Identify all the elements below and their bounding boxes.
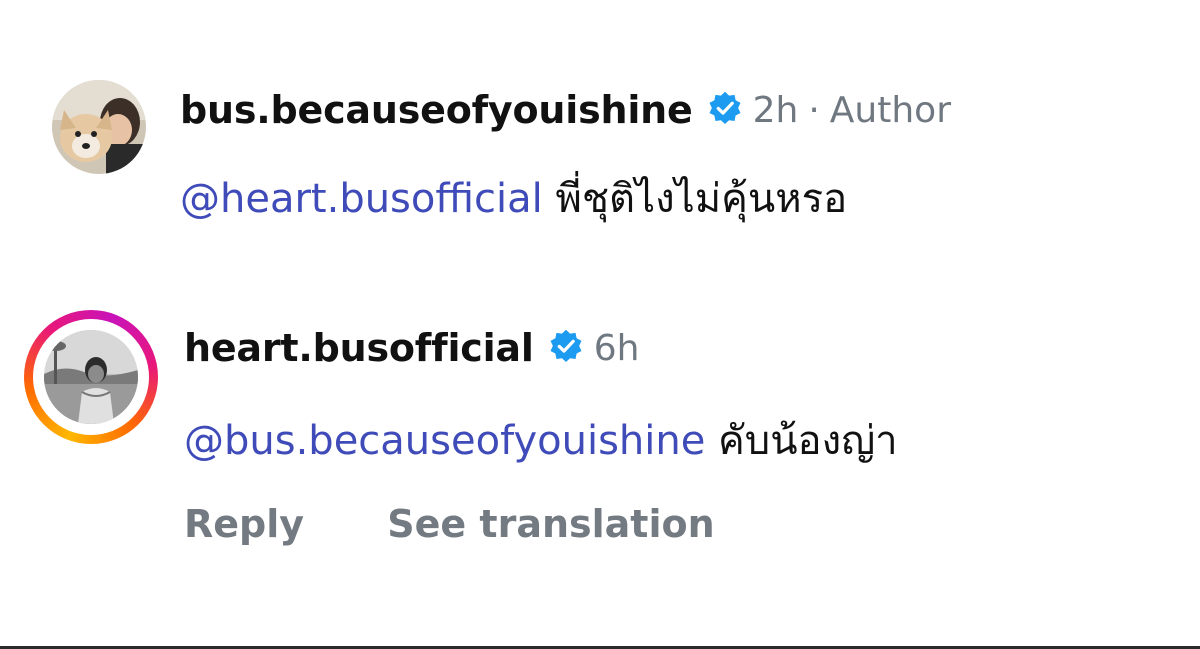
comment-text: @heart.busofficial พี่ชุติไงไม่คุ้นหรอ: [180, 166, 847, 230]
person-at-beach-avatar-icon: [44, 330, 138, 424]
comment-text: @bus.becauseofyouishine คับน้องญ่า: [184, 408, 898, 472]
mention-link[interactable]: @heart.busofficial: [180, 176, 543, 222]
timestamp: 6h: [593, 327, 640, 369]
comment-actions: Reply See translation: [184, 502, 715, 546]
comment-header: bus.becauseofyouishine 2h · Author: [180, 80, 951, 140]
username[interactable]: bus.becauseofyouishine: [180, 88, 693, 132]
username[interactable]: heart.busofficial: [184, 326, 534, 370]
comment-message: พี่ชุติไงไม่คุ้นหรอ: [555, 176, 848, 222]
reply-button[interactable]: Reply: [184, 502, 304, 546]
see-translation-button[interactable]: See translation: [387, 502, 714, 546]
mention-link[interactable]: @bus.becauseofyouishine: [184, 418, 705, 464]
dog-and-person-avatar-icon: [52, 80, 146, 174]
avatar[interactable]: [52, 80, 146, 174]
comment-message: คับน้องญ่า: [718, 418, 898, 464]
verified-badge-icon: [548, 328, 584, 368]
meta-separator: ·: [808, 89, 820, 131]
verified-badge-icon: [707, 90, 743, 130]
author-tag: Author: [829, 89, 951, 131]
avatar[interactable]: [44, 330, 138, 424]
timestamp: 2h: [752, 89, 799, 131]
comment-header: heart.busofficial 6h: [184, 318, 639, 378]
